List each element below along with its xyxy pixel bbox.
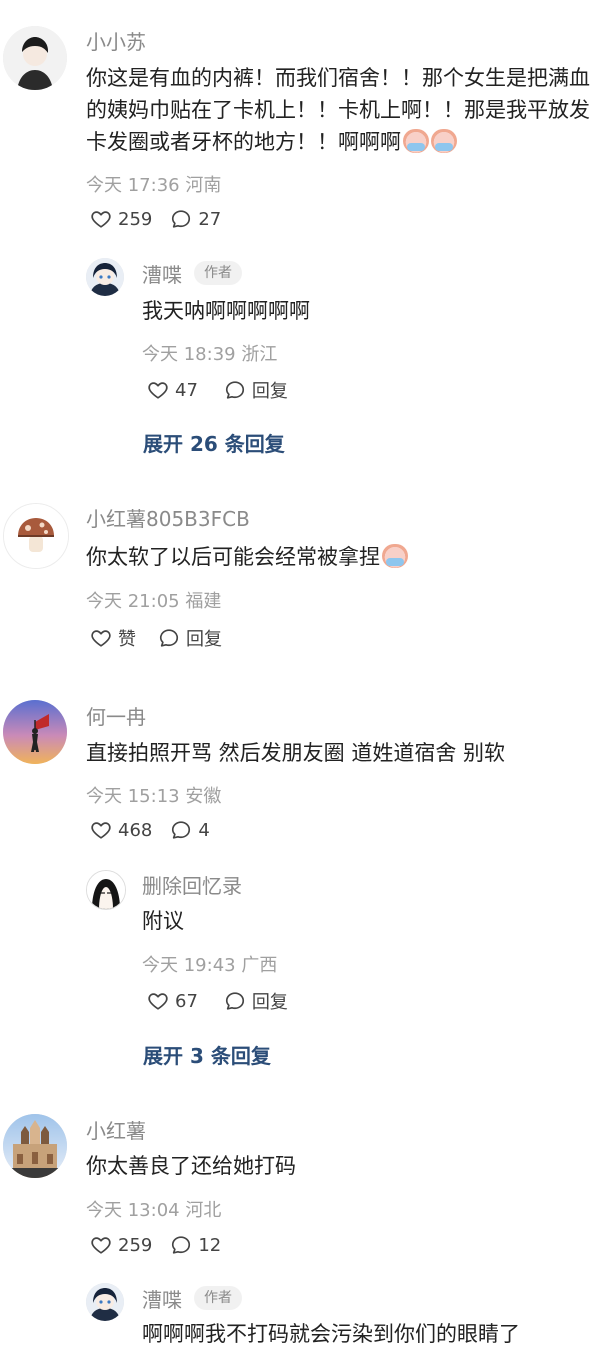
comment-meta: 今天 15:13 安徽	[86, 786, 222, 807]
like-button[interactable]: 259	[90, 1234, 152, 1256]
reply-meta: 今天 19:43 广西	[142, 955, 278, 976]
author-badge: 作者	[194, 261, 242, 285]
comment-meta: 今天 13:04 河北	[86, 1200, 222, 1221]
reply-button[interactable]: 12	[170, 1234, 221, 1256]
like-button[interactable]: 67	[147, 990, 198, 1012]
comment-text: 直接拍照开骂 然后发朋友圈 道姓道宿舍 别软	[86, 741, 506, 765]
like-button[interactable]: 赞	[90, 625, 136, 651]
heart-icon	[147, 990, 169, 1012]
reply-label: 回复	[251, 992, 288, 1013]
comment-text-body: 你太软了以后可能会经常被拿捏	[86, 545, 380, 569]
comment-bubble-icon	[158, 627, 180, 649]
reply-button[interactable]: 回复	[224, 988, 288, 1014]
commenter-name[interactable]: 删除回忆录	[142, 874, 242, 898]
reply-actions: 67 回复	[147, 988, 306, 1014]
comment-actions: 468 4	[90, 819, 228, 841]
crying-emoji-icon	[382, 544, 408, 568]
avatar[interactable]	[3, 700, 67, 764]
commenter-name[interactable]: 小红薯	[86, 1119, 146, 1143]
like-count: 259	[118, 208, 153, 230]
comment-meta: 今天 21:05 福建	[86, 591, 222, 612]
heart-icon	[90, 208, 112, 230]
like-count: 47	[175, 379, 198, 401]
like-label: 赞	[118, 629, 136, 650]
like-count: 67	[175, 990, 198, 1012]
reply-text: 我天呐啊啊啊啊啊	[142, 299, 310, 323]
avatar[interactable]	[86, 258, 124, 296]
commenter-name[interactable]: 何一冉	[86, 705, 146, 729]
comment-text: 你太善良了还给她打码	[86, 1154, 296, 1178]
author-badge: 作者	[194, 1286, 242, 1310]
comment-bubble-icon	[170, 1234, 192, 1256]
reply-text: 啊啊啊我不打码就会污染到你们的眼睛了	[142, 1322, 520, 1346]
commenter-name[interactable]: 漕喋	[142, 263, 182, 287]
reply-count: 4	[198, 819, 210, 841]
comment-text: 你这是有血的内裤！而我们宿舍！！那个女生是把满血的姨妈巾贴在了卡机上！！卡机上啊…	[86, 62, 594, 158]
heart-icon	[90, 627, 112, 649]
reply-button[interactable]: 回复	[224, 377, 288, 403]
avatar[interactable]	[3, 26, 67, 90]
commenter-name[interactable]: 漕喋	[142, 1288, 182, 1312]
reply-meta: 今天 18:39 浙江	[142, 344, 278, 365]
heart-icon	[147, 379, 169, 401]
comment-bubble-icon	[224, 990, 246, 1012]
comment-text: 你太软了以后可能会经常被拿捏	[86, 541, 408, 573]
avatar[interactable]	[86, 870, 126, 910]
reply-text: 附议	[142, 909, 184, 933]
like-count: 259	[118, 1234, 153, 1256]
reply-actions: 47 回复	[147, 377, 306, 403]
comment-bubble-icon	[170, 819, 192, 841]
heart-icon	[90, 1234, 112, 1256]
comment-actions: 赞 回复	[90, 625, 240, 651]
comment-actions: 259 12	[90, 1234, 239, 1256]
reply-label: 回复	[251, 381, 288, 402]
comment-meta: 今天 17:36 河南	[86, 175, 222, 196]
comment-bubble-icon	[170, 208, 192, 230]
reply-label: 回复	[186, 629, 222, 650]
reply-button[interactable]: 回复	[158, 625, 222, 651]
comment-text-body: 你这是有血的内裤！而我们宿舍！！那个女生是把满血的姨妈巾贴在了卡机上！！卡机上啊…	[86, 66, 590, 154]
like-count: 468	[118, 819, 153, 841]
like-button[interactable]: 259	[90, 208, 152, 230]
commenter-name[interactable]: 小小苏	[86, 30, 146, 54]
like-button[interactable]: 468	[90, 819, 152, 841]
avatar[interactable]	[3, 1114, 67, 1178]
heart-icon	[90, 819, 112, 841]
comment-actions: 259 27	[90, 208, 239, 230]
commenter-name[interactable]: 小红薯805B3FCB	[86, 507, 250, 531]
expand-replies-link[interactable]: 展开 3 条回复	[143, 1040, 271, 1069]
avatar[interactable]	[3, 503, 69, 569]
like-button[interactable]: 47	[147, 379, 198, 401]
crying-emoji-icon	[403, 129, 429, 153]
avatar[interactable]	[86, 1283, 124, 1321]
reply-button[interactable]: 4	[170, 819, 210, 841]
reply-count: 12	[198, 1234, 222, 1256]
crying-emoji-icon	[431, 129, 457, 153]
expand-replies-link[interactable]: 展开 26 条回复	[143, 428, 285, 457]
reply-button[interactable]: 27	[170, 208, 221, 230]
comment-bubble-icon	[224, 379, 246, 401]
reply-count: 27	[198, 208, 222, 230]
